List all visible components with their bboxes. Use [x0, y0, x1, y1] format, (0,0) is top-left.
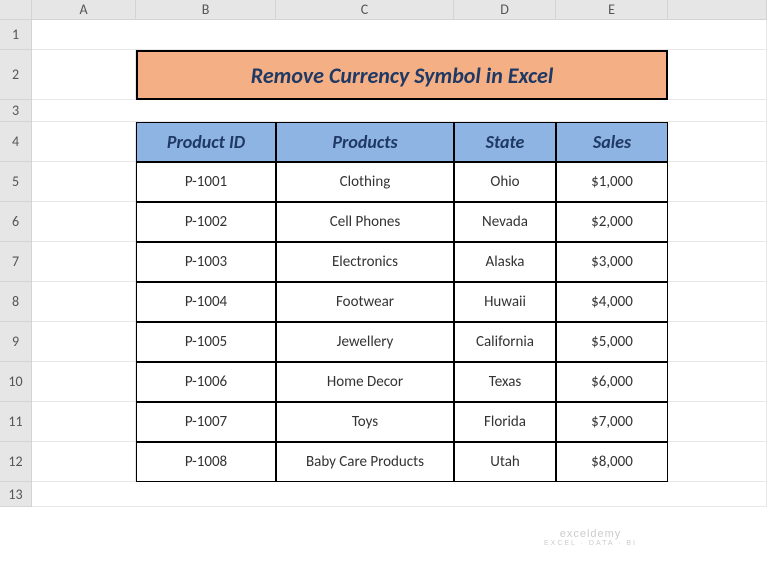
cell-product-id[interactable]: P-1002: [136, 202, 276, 242]
cell-products[interactable]: Jewellery: [276, 322, 454, 362]
col-header-d[interactable]: D: [454, 0, 556, 20]
cell-sales[interactable]: $7,000: [556, 402, 668, 442]
cell-blank[interactable]: [668, 282, 767, 322]
row-header-10[interactable]: 10: [0, 362, 32, 402]
cell-blank[interactable]: [668, 362, 767, 402]
cell-sales[interactable]: $3,000: [556, 242, 668, 282]
cell-blank[interactable]: [668, 50, 767, 100]
cell-blank[interactable]: [668, 402, 767, 442]
cell-state[interactable]: Nevada: [454, 202, 556, 242]
col-header-a[interactable]: A: [32, 0, 136, 20]
header-products[interactable]: Products: [276, 122, 454, 162]
cell-a6[interactable]: [32, 202, 136, 242]
cell-a4[interactable]: [32, 122, 136, 162]
cell-sales[interactable]: $6,000: [556, 362, 668, 402]
cell-product-id[interactable]: P-1004: [136, 282, 276, 322]
cell-state[interactable]: Alaska: [454, 242, 556, 282]
row-header-13[interactable]: 13: [0, 482, 32, 507]
cell-products[interactable]: Toys: [276, 402, 454, 442]
row-header-1[interactable]: 1: [0, 20, 32, 50]
row-header-6[interactable]: 6: [0, 202, 32, 242]
row-header-11[interactable]: 11: [0, 402, 32, 442]
cell-a2[interactable]: [32, 50, 136, 100]
cell-product-id[interactable]: P-1008: [136, 442, 276, 482]
cell-product-id[interactable]: P-1006: [136, 362, 276, 402]
col-header-b[interactable]: B: [136, 0, 276, 20]
cell-products[interactable]: Baby Care Products: [276, 442, 454, 482]
col-header-e[interactable]: E: [556, 0, 668, 20]
cell-blank[interactable]: [32, 100, 767, 122]
title-cell[interactable]: Remove Currency Symbol in Excel: [136, 50, 668, 100]
cell-a7[interactable]: [32, 242, 136, 282]
cell-blank[interactable]: [668, 202, 767, 242]
cell-products[interactable]: Electronics: [276, 242, 454, 282]
row-header-12[interactable]: 12: [0, 442, 32, 482]
watermark: exceldemy EXCEL · DATA · BI: [544, 528, 637, 547]
cell-sales[interactable]: $1,000: [556, 162, 668, 202]
header-product-id[interactable]: Product ID: [136, 122, 276, 162]
cell-state[interactable]: Florida: [454, 402, 556, 442]
cell-products[interactable]: Footwear: [276, 282, 454, 322]
select-all-corner[interactable]: [0, 0, 32, 20]
cell-products[interactable]: Home Decor: [276, 362, 454, 402]
watermark-main: exceldemy: [544, 528, 637, 540]
cell-products[interactable]: Clothing: [276, 162, 454, 202]
cell-a11[interactable]: [32, 402, 136, 442]
cell-blank[interactable]: [668, 322, 767, 362]
cell-a9[interactable]: [32, 322, 136, 362]
col-header-c[interactable]: C: [276, 0, 454, 20]
cell-blank[interactable]: [32, 482, 767, 507]
header-state[interactable]: State: [454, 122, 556, 162]
spreadsheet-grid: A B C D E 1 2 Remove Currency Symbol in …: [0, 0, 767, 507]
row-header-7[interactable]: 7: [0, 242, 32, 282]
cell-state[interactable]: Texas: [454, 362, 556, 402]
cell-sales[interactable]: $5,000: [556, 322, 668, 362]
cell-blank[interactable]: [668, 442, 767, 482]
cell-product-id[interactable]: P-1003: [136, 242, 276, 282]
cell-state[interactable]: Ohio: [454, 162, 556, 202]
cell-sales[interactable]: $4,000: [556, 282, 668, 322]
cell-a10[interactable]: [32, 362, 136, 402]
cell-product-id[interactable]: P-1007: [136, 402, 276, 442]
cell-a12[interactable]: [32, 442, 136, 482]
cell-state[interactable]: Utah: [454, 442, 556, 482]
row-header-5[interactable]: 5: [0, 162, 32, 202]
row-header-4[interactable]: 4: [0, 122, 32, 162]
header-sales[interactable]: Sales: [556, 122, 668, 162]
row-header-8[interactable]: 8: [0, 282, 32, 322]
cell-state[interactable]: California: [454, 322, 556, 362]
cell-product-id[interactable]: P-1005: [136, 322, 276, 362]
watermark-sub: EXCEL · DATA · BI: [544, 540, 637, 547]
cell-state[interactable]: Huwaii: [454, 282, 556, 322]
cell-blank[interactable]: [668, 162, 767, 202]
col-header-blank[interactable]: [668, 0, 767, 20]
cell-sales[interactable]: $2,000: [556, 202, 668, 242]
cell-blank[interactable]: [32, 20, 767, 50]
cell-blank[interactable]: [668, 122, 767, 162]
row-header-9[interactable]: 9: [0, 322, 32, 362]
cell-blank[interactable]: [668, 242, 767, 282]
cell-sales[interactable]: $8,000: [556, 442, 668, 482]
cell-a5[interactable]: [32, 162, 136, 202]
cell-product-id[interactable]: P-1001: [136, 162, 276, 202]
row-header-3[interactable]: 3: [0, 100, 32, 122]
cell-products[interactable]: Cell Phones: [276, 202, 454, 242]
row-header-2[interactable]: 2: [0, 50, 32, 100]
cell-a8[interactable]: [32, 282, 136, 322]
